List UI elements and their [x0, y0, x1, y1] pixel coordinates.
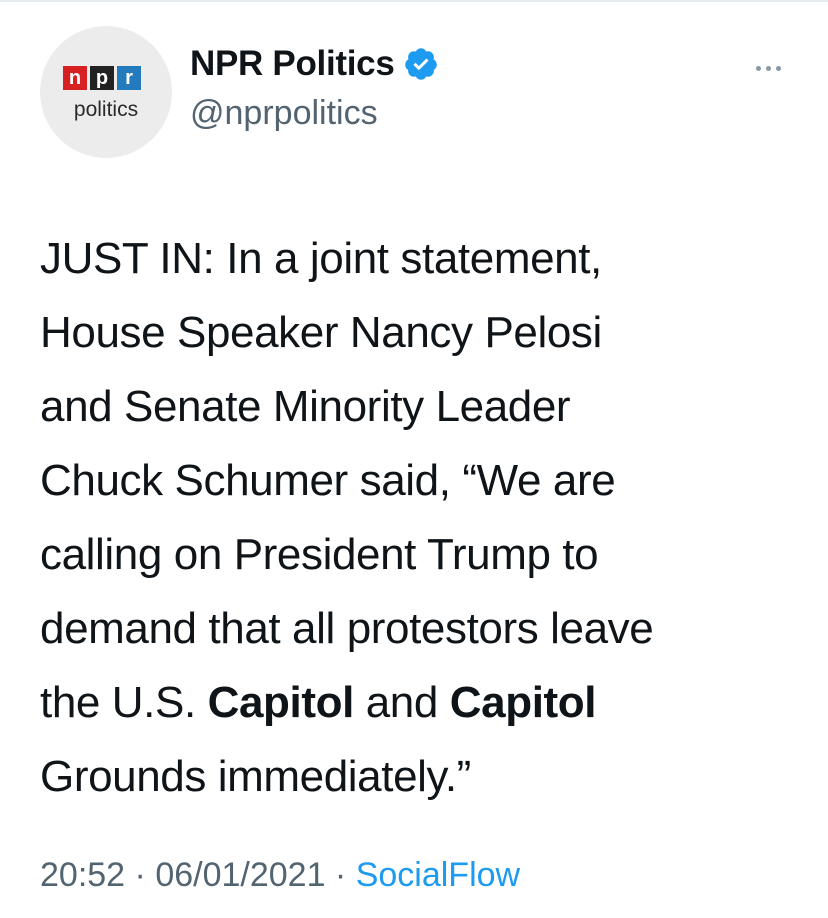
avatar-caption: politics [73, 98, 139, 121]
tweet-text-segment: and Senate Minority Leader [40, 382, 571, 431]
npr-logo-letter-r: r [117, 66, 141, 90]
tweet-text-line: Chuck Schumer said, “We are [40, 444, 800, 518]
tweet-source-link[interactable]: SocialFlow [356, 856, 520, 894]
tweet-text-line: calling on President Trump to [40, 518, 800, 592]
tweet-text-segment: calling on President Trump to [40, 530, 599, 579]
tweet-text-bold-segment: Capitol [449, 678, 597, 727]
tweet-text-segment: demand that all protestors leave [40, 604, 654, 653]
verified-badge-icon [403, 46, 439, 82]
tweet-text-line: House Speaker Nancy Pelosi [40, 296, 800, 370]
more-options-icon [755, 65, 761, 71]
more-options-button[interactable] [748, 58, 788, 78]
tweet-text-segment: JUST IN: In a joint statement, [40, 234, 602, 283]
tweet-detail: n p r politics NPR Politics @nprpolitics… [0, 0, 828, 918]
tweet-text-segment: House Speaker Nancy Pelosi [40, 308, 602, 357]
tweet-date[interactable]: 06/01/2021 [155, 856, 325, 894]
meta-separator: · [325, 856, 356, 894]
tweet-text-line: demand that all protestors leave [40, 592, 800, 666]
tweet-text-segment: and [353, 678, 450, 727]
more-options-icon-dot [775, 65, 781, 71]
tweet-text-line: Grounds immediately.” [40, 740, 800, 814]
npr-logo-letter-n: n [63, 66, 87, 90]
top-divider [0, 0, 828, 2]
tweet-text-segment: Chuck Schumer said, “We are [40, 456, 616, 505]
tweet-time[interactable]: 20:52 [40, 856, 125, 894]
tweet-text-segment: the U.S. [40, 678, 208, 727]
npr-logo-letter-p: p [90, 66, 114, 90]
more-options-icon-dot [765, 65, 771, 71]
tweet-text-segment: Grounds immediately.” [40, 752, 471, 801]
npr-logo: n p r [63, 66, 141, 90]
handle[interactable]: @nprpolitics [190, 94, 378, 133]
tweet-meta: 20:52 · 06/01/2021 · SocialFlow [40, 856, 520, 895]
avatar[interactable]: n p r politics [40, 26, 172, 158]
tweet-text: JUST IN: In a joint statement, House Spea… [40, 222, 800, 814]
tweet-text-line: and Senate Minority Leader [40, 370, 800, 444]
tweet-text-line: the U.S. Capitol and Capitol [40, 666, 800, 740]
meta-separator: · [125, 856, 156, 894]
tweet-text-line: JUST IN: In a joint statement, [40, 222, 800, 296]
display-name-row[interactable]: NPR Politics [190, 44, 439, 84]
tweet-text-bold-segment: Capitol [207, 678, 355, 727]
display-name[interactable]: NPR Politics [190, 44, 395, 84]
